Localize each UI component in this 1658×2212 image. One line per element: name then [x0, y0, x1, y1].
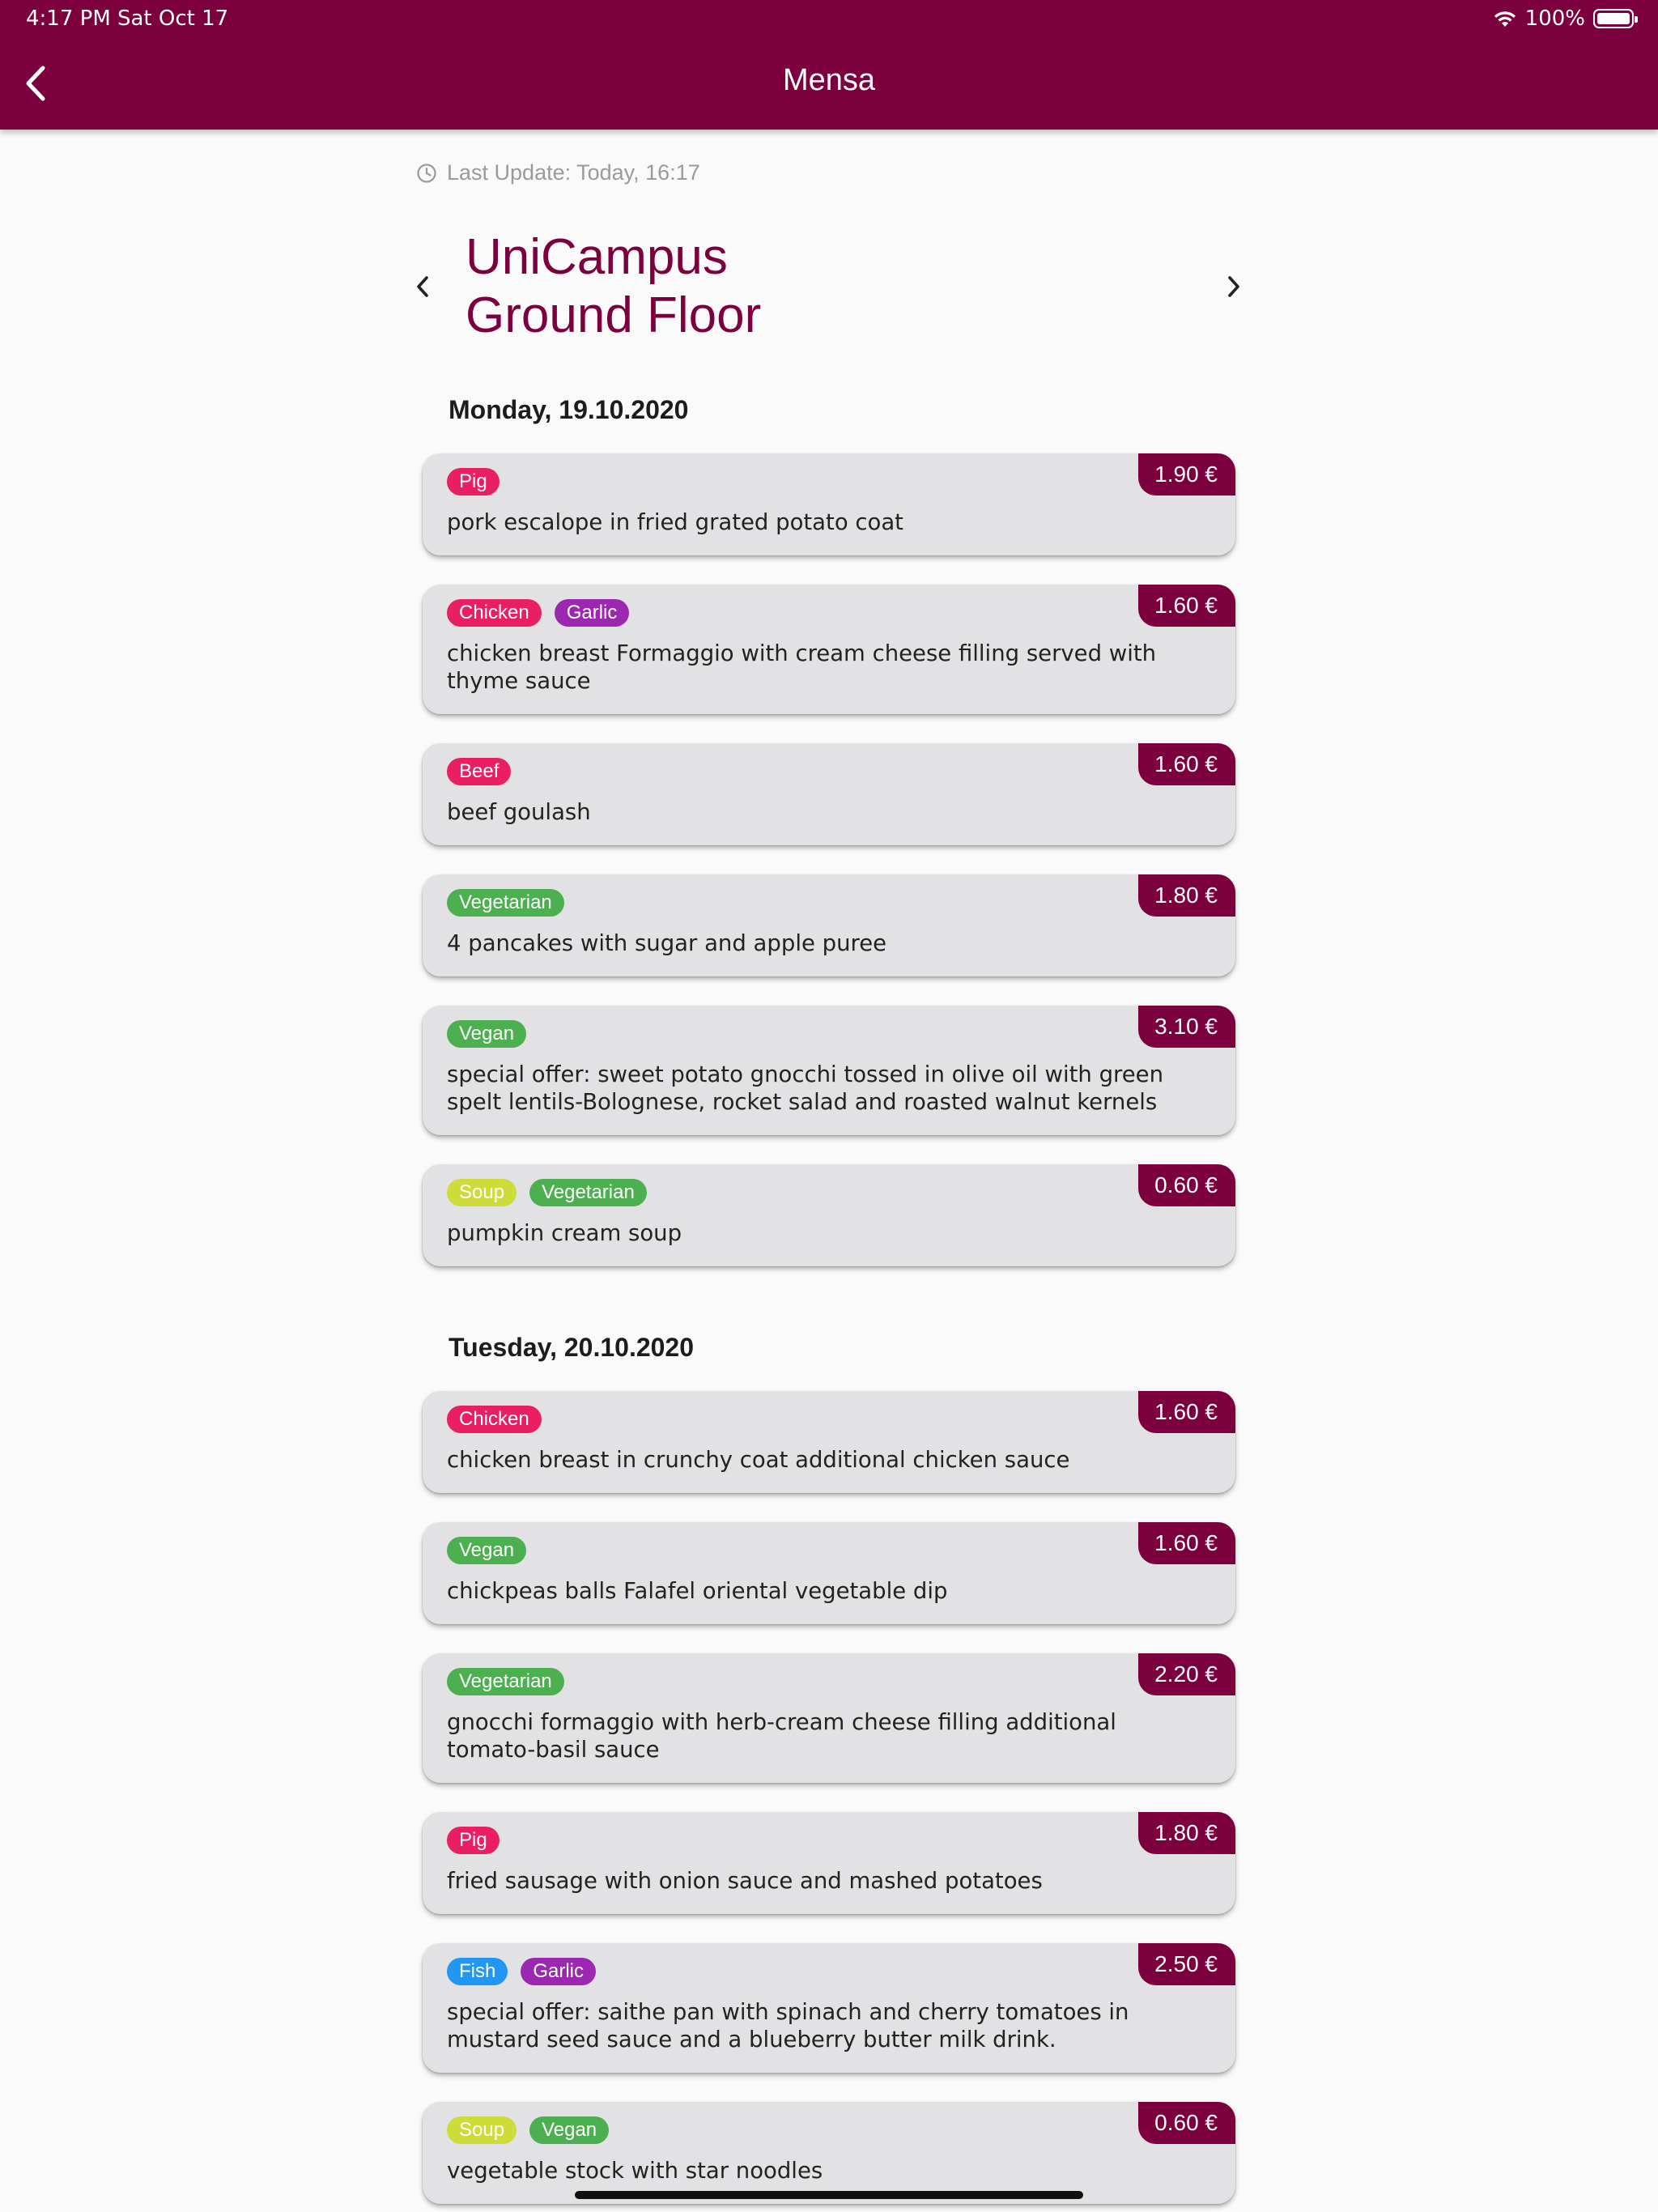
meal-card[interactable]: Soup Vegetarian pumpkin cream soup 0.60 € — [423, 1164, 1235, 1266]
meal-card[interactable]: Pig fried sausage with onion sauce and ma… — [423, 1812, 1235, 1914]
battery-icon — [1593, 9, 1638, 28]
meal-card[interactable]: Vegan special offer: sweet potato gnocchi… — [423, 1006, 1235, 1135]
location-name-line1: UniCampus — [466, 229, 728, 285]
meal-tags: Chicken — [447, 1406, 542, 1433]
location-title: UniCampus Ground Floor — [466, 228, 1129, 345]
status-indicators: 100% — [1493, 5, 1638, 32]
app-bar: 4:17 PM Sat Oct 17 100% Mensa — [0, 0, 1658, 130]
tag-badge: Beef — [447, 758, 512, 785]
tag-badge: Garlic — [554, 599, 630, 627]
price-badge: 1.60 € — [1138, 1522, 1235, 1564]
price-badge: 1.80 € — [1138, 874, 1235, 917]
meal-tags: Pig — [447, 468, 500, 496]
meal-name: beef goulash — [447, 799, 591, 825]
meal-card[interactable]: Vegetarian gnocchi formaggio with herb-cr… — [423, 1653, 1235, 1783]
mensa-screen: 4:17 PM Sat Oct 17 100% Mensa Last Updat… — [0, 0, 1658, 2212]
meal-tags: Vegan — [447, 1020, 527, 1048]
meal-tags: Beef — [447, 758, 512, 785]
meal-card[interactable]: Vegan chickpeas balls Falafel oriental ve… — [423, 1522, 1235, 1624]
status-date: Sat Oct 17 — [117, 6, 229, 31]
home-indicator — [575, 2191, 1083, 2199]
battery-percentage: 100% — [1524, 6, 1585, 31]
last-update-text: Last Update: Today, 16:17 — [447, 160, 700, 185]
wifi-icon — [1494, 11, 1516, 27]
location-name-line2: Ground Floor — [466, 287, 762, 343]
last-update: Last Update: Today, 16:17 — [416, 160, 700, 185]
tag-badge: Vegetarian — [447, 1668, 564, 1695]
meal-tags: Soup Vegetarian — [447, 1179, 647, 1206]
tag-badge: Chicken — [447, 599, 542, 627]
meal-name: fried sausage with onion sauce and mashe… — [447, 1868, 1043, 1894]
price-badge: 0.60 € — [1138, 2102, 1235, 2144]
meal-tags: Chicken Garlic — [447, 599, 630, 627]
next-location-button[interactable] — [1211, 264, 1256, 309]
meal-card[interactable]: Chicken Garlic chicken breast Formaggio wi… — [423, 585, 1235, 714]
tag-badge: Vegan — [447, 1020, 527, 1048]
tag-badge: Chicken — [447, 1406, 542, 1433]
price-badge: 1.60 € — [1138, 743, 1235, 785]
meal-tags: Fish Garlic — [447, 1958, 597, 1985]
meal-tags: Vegetarian — [447, 889, 564, 917]
meal-card[interactable]: Beef beef goulash 1.60 € — [423, 743, 1235, 845]
price-badge: 1.90 € — [1138, 453, 1235, 496]
chevron-left-icon — [417, 276, 428, 297]
price-badge: 0.60 € — [1138, 1164, 1235, 1206]
previous-location-button[interactable] — [400, 264, 445, 309]
tag-badge: Soup — [447, 2116, 517, 2144]
tag-badge: Pig — [447, 468, 500, 496]
tag-badge: Pig — [447, 1827, 500, 1854]
meal-name: vegetable stock with star noodles — [447, 2158, 823, 2184]
tag-badge: Garlic — [521, 1958, 597, 1985]
chevron-right-icon — [1228, 276, 1239, 297]
tag-badge: Vegan — [447, 1537, 527, 1564]
price-badge: 1.80 € — [1138, 1812, 1235, 1854]
meal-card[interactable]: Soup Vegan vegetable stock with star noodl… — [423, 2102, 1235, 2204]
tag-badge: Vegan — [529, 2116, 610, 2144]
meal-name: chicken breast Formaggio with cream chee… — [447, 640, 1157, 694]
price-badge: 2.50 € — [1138, 1943, 1235, 1985]
tag-badge: Soup — [447, 1179, 517, 1206]
meal-tags: Vegetarian — [447, 1668, 564, 1695]
meal-name: special offer: saithe pan with spinach a… — [447, 1999, 1129, 2052]
page-title: Mensa — [782, 63, 876, 97]
price-badge: 3.10 € — [1138, 1006, 1235, 1048]
day-heading: Tuesday, 20.10.2020 — [449, 1333, 695, 1362]
meal-name: chickpeas balls Falafel oriental vegetab… — [447, 1578, 948, 1604]
tag-badge: Vegetarian — [529, 1179, 647, 1206]
day-heading: Monday, 19.10.2020 — [449, 395, 689, 424]
meal-name: 4 pancakes with sugar and apple puree — [447, 930, 887, 956]
tag-badge: Vegetarian — [447, 889, 564, 917]
meal-card[interactable]: Vegetarian 4 pancakes with sugar and appl… — [423, 874, 1235, 976]
meal-card[interactable]: Chicken chicken breast in crunchy coat ad… — [423, 1391, 1235, 1493]
price-badge: 1.60 € — [1138, 585, 1235, 627]
price-badge: 1.60 € — [1138, 1391, 1235, 1433]
clock-icon — [417, 163, 436, 183]
meal-tags: Pig — [447, 1827, 500, 1854]
status-time: 4:17 PM — [26, 6, 111, 31]
price-badge: 2.20 € — [1138, 1653, 1235, 1695]
tag-badge: Fish — [447, 1958, 508, 1985]
meal-card[interactable]: Fish Garlic special offer: saithe pan with… — [423, 1943, 1235, 2073]
meal-name: special offer: sweet potato gnocchi toss… — [447, 1061, 1164, 1115]
meal-tags: Soup Vegan — [447, 2116, 610, 2144]
meal-card[interactable]: Pig pork escalope in fried grated potato … — [423, 453, 1235, 555]
meal-name: pork escalope in fried grated potato coa… — [447, 509, 903, 535]
meal-name: gnocchi formaggio with herb-cream cheese… — [447, 1709, 1116, 1763]
meal-name: chicken breast in crunchy coat additiona… — [447, 1447, 1070, 1473]
meal-tags: Vegan — [447, 1537, 527, 1564]
meal-name: pumpkin cream soup — [447, 1220, 682, 1246]
